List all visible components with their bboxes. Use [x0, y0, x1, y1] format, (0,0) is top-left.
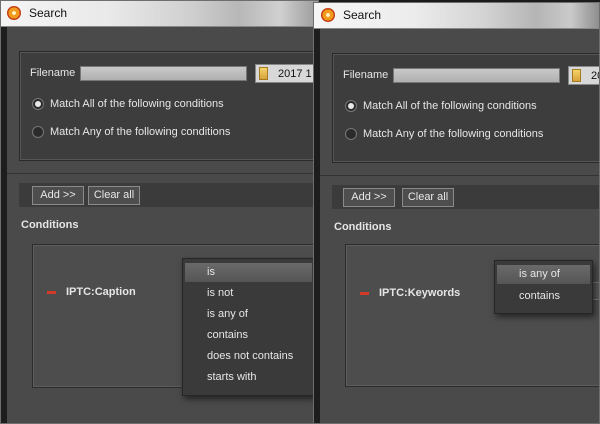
window-title: Search	[343, 8, 382, 22]
folder-button-label: 2017 1	[278, 68, 312, 80]
match-all-radio[interactable]	[32, 98, 44, 110]
conditions-title: Conditions	[334, 221, 392, 233]
app-icon	[321, 8, 335, 22]
match-all-label: Match All of the following conditions	[363, 100, 537, 112]
window-client: Filename 2017 1 Match All of the followi…	[7, 27, 318, 423]
condition-field-label: IPTC:Keywords	[379, 287, 461, 299]
match-any-radio[interactable]	[32, 126, 44, 138]
operator-dropdown: is any of contains	[494, 260, 593, 314]
app-icon	[7, 6, 21, 20]
folder-button-label: 20	[591, 70, 599, 82]
search-window-left: Search Filename 2017 1 Match All of the …	[0, 0, 319, 424]
button-bar: Add >> Clear all	[332, 185, 599, 209]
filename-panel: Filename 20 Match All of the following c…	[332, 53, 599, 163]
add-button[interactable]: Add >>	[32, 186, 84, 205]
match-any-label: Match Any of the following conditions	[363, 128, 544, 140]
filename-field[interactable]	[393, 68, 560, 83]
remove-condition-icon[interactable]	[360, 292, 369, 295]
filename-panel: Filename 2017 1 Match All of the followi…	[19, 51, 318, 161]
operator-option[interactable]: contains	[185, 326, 312, 345]
operator-option[interactable]: does not contains	[185, 347, 312, 366]
match-all-radio[interactable]	[345, 100, 357, 112]
folder-icon	[572, 69, 581, 82]
operator-option[interactable]: is not	[185, 284, 312, 303]
window-client: Filename 20 Match All of the following c…	[320, 29, 599, 423]
conditions-title: Conditions	[21, 219, 79, 231]
divider	[320, 175, 599, 176]
match-any-label: Match Any of the following conditions	[50, 126, 231, 138]
title-bar[interactable]: Search	[314, 3, 599, 29]
search-window-right: Search Filename 20 Match All of the foll…	[313, 2, 600, 424]
clear-all-button[interactable]: Clear all	[402, 188, 454, 207]
clear-all-button[interactable]: Clear all	[88, 186, 140, 205]
button-bar: Add >> Clear all	[19, 183, 318, 207]
remove-condition-icon[interactable]	[47, 291, 56, 294]
filename-field[interactable]	[80, 66, 247, 81]
filename-label: Filename	[343, 69, 389, 81]
match-all-label: Match All of the following conditions	[50, 98, 224, 110]
operator-option[interactable]: is	[185, 263, 312, 282]
folder-button[interactable]: 20	[568, 66, 599, 85]
add-button[interactable]: Add >>	[343, 188, 395, 207]
filename-label: Filename	[30, 67, 76, 79]
title-bar[interactable]: Search	[1, 1, 318, 27]
window-title: Search	[29, 6, 68, 20]
operator-option[interactable]: starts with	[185, 368, 312, 387]
operator-option[interactable]: contains	[497, 287, 590, 306]
match-any-radio[interactable]	[345, 128, 357, 140]
operator-option[interactable]: is any of	[497, 265, 590, 284]
folder-button[interactable]: 2017 1	[255, 64, 318, 83]
divider	[7, 173, 318, 174]
operator-dropdown: is is not is any of contains does not co…	[182, 258, 315, 396]
folder-icon	[259, 67, 268, 80]
condition-field-label: IPTC:Caption	[66, 286, 136, 298]
operator-option[interactable]: is any of	[185, 305, 312, 324]
